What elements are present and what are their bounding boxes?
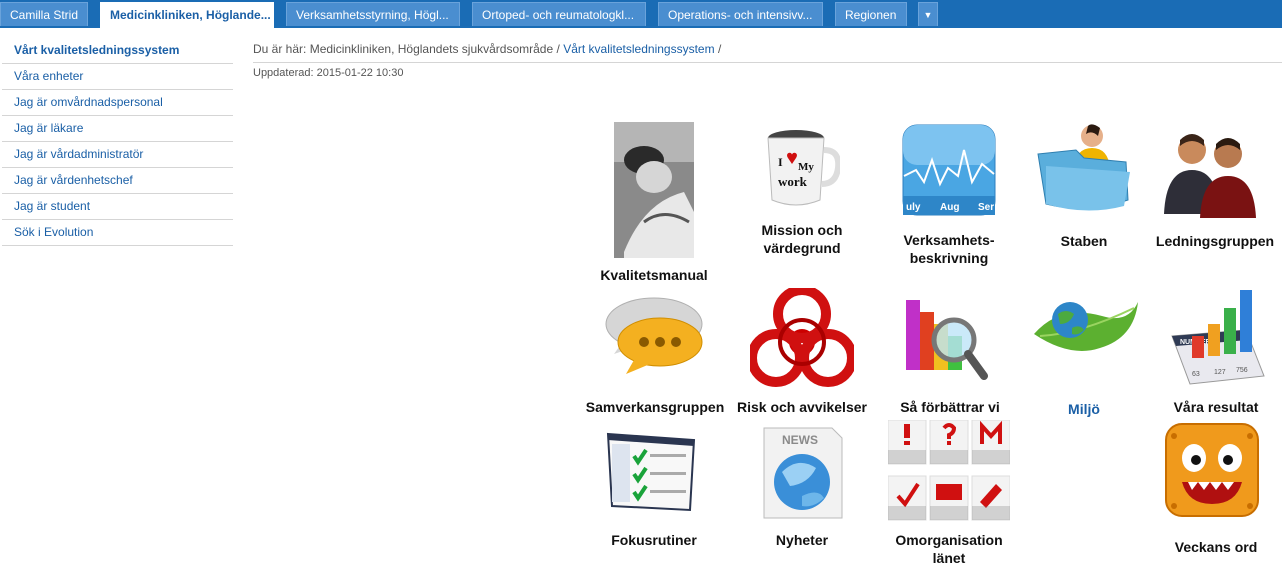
sidebar-item-evolution[interactable]: Sök i Evolution (2, 220, 233, 246)
tile-verksamhetsbeskrivning[interactable]: uly Aug Ser Verksamhets- beskrivning (880, 120, 1018, 270)
sidebar-item-vardadministrator[interactable]: Jag är vårdadministratör (2, 142, 233, 168)
tab-verksamhetsstyrning[interactable]: Verksamhetsstyrning, Högl... (286, 2, 460, 26)
tile-label: Våra resultat (1173, 399, 1259, 415)
tab-operations[interactable]: Operations- och intensivv... (658, 2, 823, 26)
tile-label-1: Verksamhets- (903, 232, 995, 248)
tile-label: Så förbättrar vi (900, 399, 1000, 415)
svg-text:uly: uly (906, 202, 921, 213)
breadcrumb-sep: / (556, 42, 560, 56)
svg-text:756: 756 (1236, 367, 1248, 374)
sidebar-item-lakare[interactable]: Jag är läkare (2, 116, 233, 142)
sidebar-item-omvardnadspersonal[interactable]: Jag är omvårdnadspersonal (2, 90, 233, 116)
sidebar-item-enheter[interactable]: Våra enheter (2, 64, 233, 90)
checklist-window-icon (606, 432, 696, 512)
tile-fokusrutiner[interactable]: Fokusrutiner (586, 424, 722, 554)
breadcrumb-sep-end: / (717, 42, 722, 56)
tile-miljo[interactable]: Miljö (1028, 288, 1140, 420)
numbers-chart-icon: NUMBERS 63 127 756 (1171, 290, 1265, 385)
tile-label-2: värdegrund (763, 240, 841, 256)
tile-risk[interactable]: Risk och avvikelser (732, 288, 872, 420)
tile-label: Samverkansgruppen (585, 399, 725, 415)
sidebar-item-kvalitetsledningssystem[interactable]: Vårt kvalitetsledningssystem (2, 38, 233, 64)
tile-veckans-ord[interactable]: Veckans ord (1150, 420, 1282, 560)
tile-label: Veckans ord (1174, 539, 1258, 555)
bar-chart-magnifier-icon (906, 300, 988, 380)
tab-regionen[interactable]: Regionen (835, 2, 907, 26)
svg-text:Aug: Aug (940, 202, 959, 213)
svg-text:127: 127 (1214, 369, 1226, 376)
sidebar: Vårt kvalitetsledningssystem Våra enhete… (2, 38, 233, 246)
stock-graph-icon: uly Aug Ser (902, 124, 996, 216)
monster-face-icon (1165, 423, 1259, 517)
tile-label-1: Omorganisation (895, 532, 1003, 548)
breadcrumb: Du är här: Medicinkliniken, Höglandets s… (253, 42, 721, 56)
tile-label: Fokusrutiner (611, 532, 697, 548)
biohazard-icon (750, 288, 854, 387)
speech-bubbles-icon (605, 297, 703, 374)
tile-label-1: Mission och (761, 222, 843, 238)
tile-label-2: beskrivning (909, 250, 989, 266)
tab-more-dropdown[interactable]: ▼ (918, 2, 938, 26)
svg-text:63: 63 (1192, 371, 1200, 378)
top-tab-bar: Camilla Strid Medicinkliniken, Höglande.… (0, 0, 1282, 28)
svg-text:My: My (798, 161, 814, 173)
tile-label-2: länet (932, 550, 966, 566)
svg-text:Ser: Ser (978, 202, 994, 213)
breadcrumb-parent[interactable]: Medicinkliniken, Höglandets sjukvårdsomr… (310, 42, 553, 56)
breadcrumb-current[interactable]: Vårt kvalitetsledningssystem (563, 42, 714, 56)
coffee-mug-icon: I My work (767, 130, 840, 206)
divider (253, 62, 1282, 63)
tile-label: Nyheter (775, 532, 829, 548)
tile-samverkansgruppen[interactable]: Samverkansgruppen (580, 290, 730, 420)
svg-text:NEWS: NEWS (782, 433, 818, 447)
tile-staben[interactable]: Staben (1030, 120, 1138, 250)
breadcrumb-prefix: Du är här: (253, 42, 307, 56)
updated-timestamp: Uppdaterad: 2015-01-22 10:30 (253, 67, 404, 79)
sidebar-item-student[interactable]: Jag är student (2, 194, 233, 220)
tile-label: Ledningsgruppen (1155, 233, 1275, 249)
tile-omorganisation[interactable]: Omorganisation länet (880, 420, 1018, 570)
tile-forbattrar[interactable]: Så förbättrar vi (880, 288, 1020, 420)
grid-symbols-icon (888, 420, 1010, 521)
news-globe-icon: NEWS (763, 427, 843, 519)
tile-label: Kvalitetsmanual (600, 267, 708, 283)
photo-icon (614, 122, 694, 258)
people-group-icon (1164, 134, 1256, 218)
tile-ledningsgruppen[interactable]: Ledningsgruppen (1148, 120, 1282, 250)
tile-label: Miljö (1068, 401, 1100, 417)
tile-vara-resultat[interactable]: NUMBERS 63 127 756 Våra resultat (1150, 286, 1282, 420)
tile-mission[interactable]: I My work Mission och värdegrund (732, 120, 872, 260)
tab-medicinkliniken[interactable]: Medicinkliniken, Höglande... (100, 2, 274, 28)
tile-kvalitetsmanual[interactable]: Kvalitetsmanual (586, 120, 722, 285)
sidebar-item-vardenhetschef[interactable]: Jag är vårdenhetschef (2, 168, 233, 194)
tile-label: Risk och avvikelser (737, 399, 867, 415)
tab-ortoped[interactable]: Ortoped- och reumatologkl... (472, 2, 646, 26)
globe-leaf-icon (1034, 302, 1138, 351)
svg-text:work: work (778, 174, 808, 189)
svg-text:I: I (778, 155, 783, 169)
tile-nyheter[interactable]: NEWS Nyheter (736, 424, 868, 554)
chevron-down-icon: ▼ (923, 10, 933, 20)
folder-person-icon (1037, 124, 1130, 211)
tile-label: Staben (1060, 233, 1108, 249)
tab-user[interactable]: Camilla Strid (0, 2, 88, 26)
